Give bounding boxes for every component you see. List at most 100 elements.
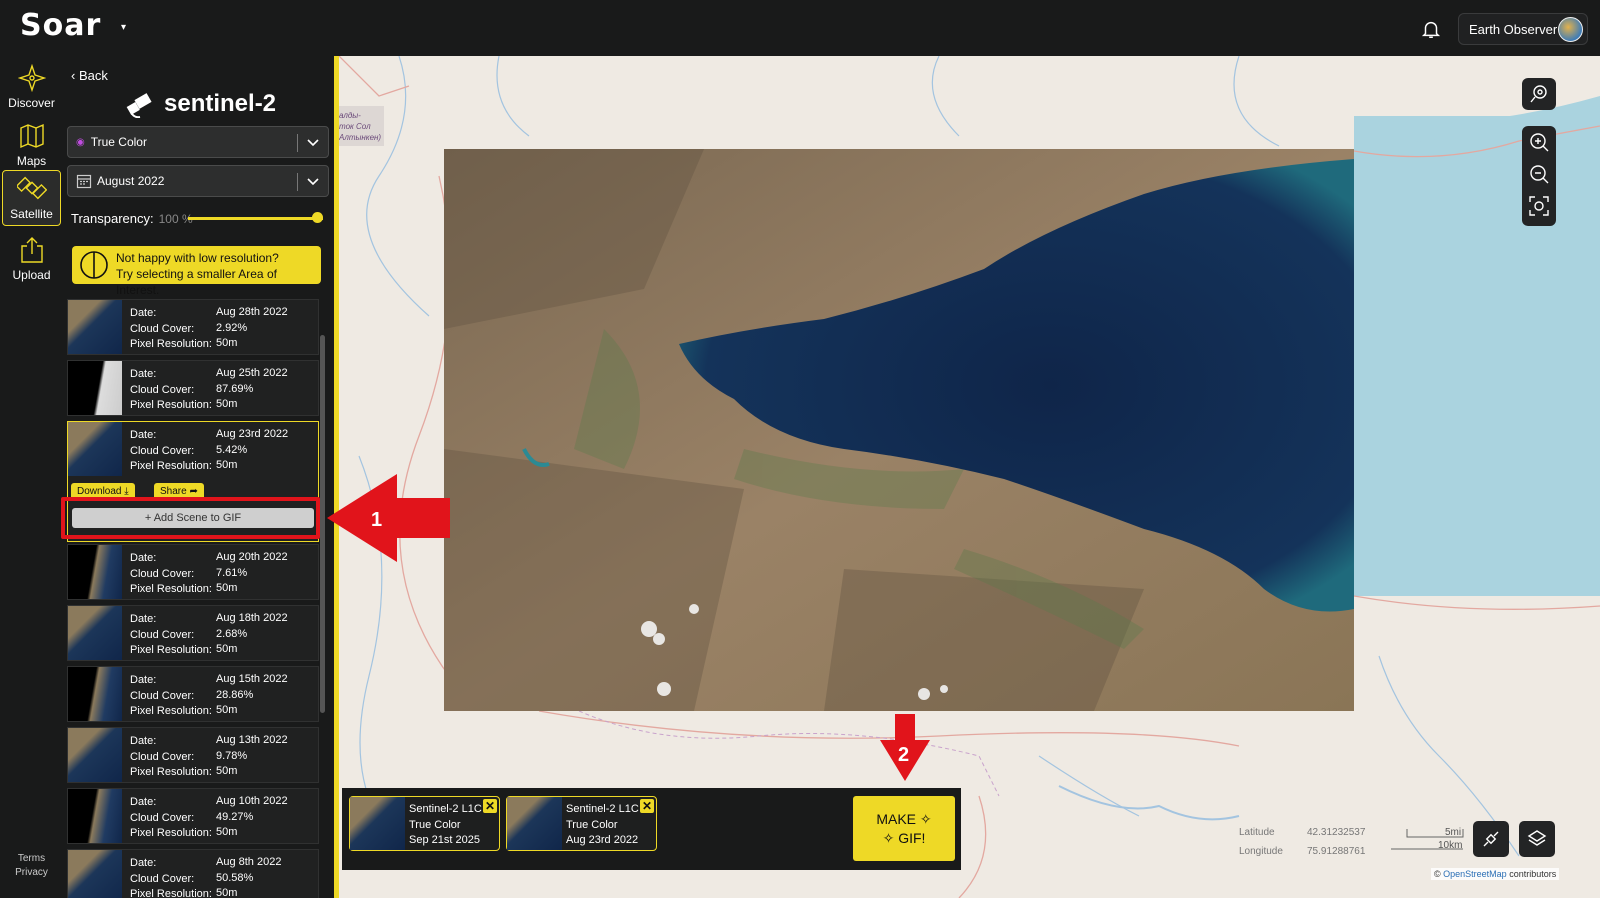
scene-item[interactable]: Date: Cloud Cover: Pixel Resolution: Aug 8… [67, 849, 319, 898]
layer-select[interactable]: ◉ True Color [67, 126, 329, 158]
scene-thumbnail [68, 545, 122, 599]
user-menu-button[interactable]: Earth Observer [1458, 13, 1588, 45]
top-bar: Soar ▾ Earth Observer [0, 0, 1600, 56]
annotation-arrow-2: 2 [880, 714, 930, 781]
scene-res: 50m [216, 765, 238, 777]
scene-item[interactable]: Date: Cloud Cover: Pixel Resolution: Aug 2… [67, 360, 319, 416]
scene-labels: Date: Cloud Cover: Pixel Resolution: [130, 428, 216, 476]
scene-labels: Date: Cloud Cover: Pixel Resolution: [130, 734, 216, 782]
panel-scrollbar[interactable] [320, 335, 325, 713]
res-label: Pixel Resolution: [130, 460, 212, 472]
app-root: Soar ▾ Earth Observer Discover Maps Sate… [0, 0, 1600, 898]
zoom-extent-button[interactable] [1522, 190, 1556, 222]
scene-res: 50m [216, 582, 238, 594]
soar-logo[interactable]: Soar [20, 8, 101, 43]
date-select[interactable]: August 2022 [67, 165, 329, 197]
gif-scene-card[interactable]: Sentinel-2 L1C True Color Aug 23rd 2022 … [506, 796, 657, 851]
scene-labels: Date: Cloud Cover: Pixel Resolution: [130, 856, 216, 898]
scene-values: Aug 13th 2022 9.78% 50m [216, 733, 288, 782]
scale-bottom: 10km [1438, 840, 1463, 851]
scene-values: Aug 18th 2022 2.68% 50m [216, 611, 288, 660]
gif-scene-thumbnail [507, 797, 562, 850]
latitude-value: 42.31232537 [1307, 827, 1366, 838]
res-label: Pixel Resolution: [130, 766, 212, 778]
notification-bell-icon[interactable] [1420, 18, 1442, 40]
scene-res: 50m [216, 826, 238, 838]
scene-thumbnail [68, 728, 122, 782]
scene-item[interactable]: Date: Cloud Cover: Pixel Resolution: Aug 1… [67, 605, 319, 661]
upload-icon [20, 237, 43, 263]
date-label: Date: [130, 552, 157, 564]
privacy-link[interactable]: Privacy [0, 866, 63, 880]
res-label: Pixel Resolution: [130, 644, 212, 656]
scene-cloud: 50.58% [216, 871, 254, 884]
scene-thumbnail [68, 606, 122, 660]
annotation-number: 2 [898, 744, 909, 766]
scene-item[interactable]: Date: Cloud Cover: Pixel Resolution: Aug 1… [67, 788, 319, 844]
map-search-control[interactable] [1522, 78, 1556, 110]
coordinates-readout: Latitude Longitude 42.31232537 75.912887… [1239, 823, 1365, 861]
gif-card-line: Sentinel-2 L1C [566, 803, 639, 815]
logo-caret-icon[interactable]: ▾ [121, 22, 126, 33]
gif-card-text: Sentinel-2 L1C True Color Sep 21st 2025 [409, 802, 482, 850]
terms-link[interactable]: Terms [0, 852, 63, 866]
map-view[interactable]: алды- ток Сол Алтынкен) Latitude Longitu… [339, 56, 1600, 898]
gif-tray: Sentinel-2 L1C True Color Sep 21st 2025 … [342, 788, 961, 870]
satellite-imagery [444, 149, 1354, 711]
compass-star-icon [17, 64, 46, 92]
highlight-box [61, 497, 320, 539]
map-place-label: алды- [339, 111, 361, 120]
rail-maps[interactable]: Maps [2, 116, 61, 172]
scene-values: Aug 25th 2022 87.69% 50m [216, 366, 288, 415]
transparency-slider-handle[interactable] [312, 212, 323, 223]
sentinel-satellite-icon [126, 93, 152, 118]
rail-satellite[interactable]: Satellite [2, 170, 61, 226]
scene-cloud: 7.61% [216, 566, 248, 579]
res-label: Pixel Resolution: [130, 888, 212, 898]
download-label: Download [77, 486, 122, 497]
rail-satellite-label: Satellite [10, 207, 53, 221]
zoom-in-button[interactable] [1522, 126, 1556, 158]
scene-item[interactable]: Date: Cloud Cover: Pixel Resolution: Aug 2… [67, 299, 319, 355]
remove-scene-button[interactable]: ✕ [483, 799, 497, 813]
scene-cloud: 2.92% [216, 321, 248, 334]
satellite-panel: ‹ Back sentinel-2 ◉ True Color August 20… [63, 56, 336, 898]
scene-item[interactable]: Date: Cloud Cover: Pixel Resolution: Aug 1… [67, 666, 319, 722]
transparency-label: Transparency: [71, 211, 154, 226]
openstreetmap-link[interactable]: OpenStreetMap [1443, 869, 1507, 879]
satellite-toggle-button[interactable] [1473, 821, 1509, 857]
user-name: Earth Observer [1469, 21, 1558, 37]
scene-res: 50m [216, 643, 238, 655]
date-label: Date: [130, 674, 157, 686]
scene-item[interactable]: Date: Cloud Cover: Pixel Resolution: Aug 2… [67, 544, 319, 600]
sparkle-icon: ✧ [919, 811, 932, 827]
select-separator [297, 173, 298, 191]
transparency-slider-track[interactable] [188, 217, 323, 220]
satellite-icon [16, 176, 47, 200]
rail-upload[interactable]: Upload [2, 230, 61, 286]
chevron-down-icon [307, 139, 319, 147]
scene-values: Aug 20th 2022 7.61% 50m [216, 550, 288, 599]
back-button[interactable]: ‹ Back [71, 68, 108, 83]
select-separator [297, 134, 298, 152]
map-pin-search-button[interactable] [1522, 78, 1556, 110]
scene-cloud: 2.68% [216, 627, 248, 640]
scene-date: Aug 10th 2022 [216, 795, 288, 807]
scene-cloud: 87.69% [216, 382, 254, 395]
make-gif-button[interactable]: MAKE ✧ ✧ GIF! [853, 796, 955, 861]
rail-upload-label: Upload [12, 268, 51, 282]
layers-button[interactable] [1519, 821, 1555, 857]
scene-res: 50m [216, 337, 238, 349]
scene-item[interactable]: Date: Cloud Cover: Pixel Resolution: Aug 1… [67, 727, 319, 783]
date-label: Date: [130, 429, 157, 441]
zoom-extent-icon [1529, 196, 1549, 216]
gif-card-line: Sentinel-2 L1C [409, 803, 482, 815]
gif-scene-card[interactable]: Sentinel-2 L1C True Color Sep 21st 2025 … [349, 796, 500, 851]
transparency-control: Transparency: 100 % [71, 211, 193, 226]
date-label: Date: [130, 796, 157, 808]
warning-line-2: Try selecting a smaller Area of Interest… [116, 267, 277, 297]
rail-discover[interactable]: Discover [2, 58, 61, 114]
scene-labels: Date: Cloud Cover: Pixel Resolution: [130, 673, 216, 721]
zoom-out-button[interactable] [1522, 158, 1556, 190]
remove-scene-button[interactable]: ✕ [640, 799, 654, 813]
